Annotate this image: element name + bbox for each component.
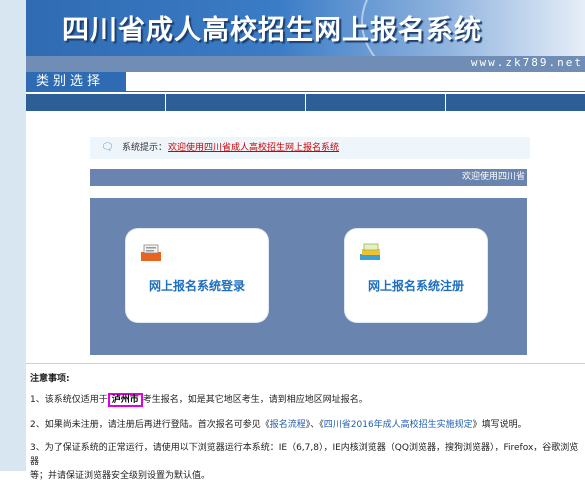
notes-title: 注意事项: — [30, 374, 70, 384]
note-item-3: 3、为了保证系统的正常运行，请使用以下浏览器运行本系统：IE（6,7,8），IE… — [30, 441, 580, 483]
register-button[interactable]: 网上报名系统注册 — [345, 229, 487, 322]
category-divider — [26, 91, 585, 92]
speech-bubble-icon: 🗨 — [101, 142, 114, 153]
site-url: www.zk789.net — [470, 56, 583, 69]
nav-cell[interactable] — [26, 94, 166, 111]
nav-cell[interactable] — [166, 94, 306, 111]
note-2-text: 2、如果尚未注册，请注册后再进行登陆。首次报名可参见《 — [30, 420, 270, 430]
login-icon — [141, 244, 161, 261]
note-1-text-end: 考生报名，如是其它地区考生，请到相应地区网址报名。 — [142, 395, 368, 405]
note-2-separator: 》、《 — [305, 420, 324, 430]
nav-cell[interactable] — [446, 94, 585, 111]
note-item-2: 2、如果尚未注册，请注册后再进行登陆。首次报名可参见《报名流程》、《四川省201… — [30, 418, 580, 432]
register-icon — [360, 243, 380, 260]
site-header: 四川省成人高校招生网上报名系统 — [26, 0, 585, 56]
welcome-text: 欢迎使用四川省 — [461, 172, 525, 182]
entry-panel: 网上报名系统登录 网上报名系统注册 — [90, 198, 527, 355]
note-1-text: 1、该系统仅适用于 — [30, 395, 108, 405]
register-label: 网上报名系统注册 — [367, 279, 464, 293]
category-tab[interactable]: 类别选择 — [26, 72, 126, 92]
welcome-bar: 欢迎使用四川省 — [90, 169, 527, 186]
login-label: 网上报名系统登录 — [148, 279, 245, 293]
notice-label: 系统提示： — [122, 143, 168, 153]
notice-message-link[interactable]: 欢迎使用四川省成人高校招生网上报名系统 — [168, 137, 339, 159]
category-bar: 类别选择 — [26, 72, 585, 92]
url-bar: www.zk789.net — [26, 56, 585, 72]
note-item-1: 1、该系统仅适用于 泸州市 考生报名，如是其它地区考生，请到相应地区网址报名。 — [30, 393, 580, 407]
note-3-line-2: 等；并请保证浏览器安全级别设置为默认值。 — [30, 471, 211, 481]
left-strip — [0, 0, 26, 471]
nav-cell[interactable] — [306, 94, 446, 111]
nav-row — [26, 94, 585, 111]
regulation-link[interactable]: 四川省2016年成人高校招生实施规定 — [324, 420, 473, 430]
login-button[interactable]: 网上报名系统登录 — [126, 229, 268, 322]
process-link[interactable]: 报名流程 — [270, 420, 306, 430]
note-2-text-end: 》填写说明。 — [472, 420, 527, 430]
city-highlight: 泸州市 — [107, 393, 143, 407]
note-3-line-1: 3、为了保证系统的正常运行，请使用以下浏览器运行本系统：IE（6,7,8），IE… — [30, 443, 579, 467]
system-notice: 🗨 系统提示： 欢迎使用四川省成人高校招生网上报名系统 — [90, 137, 530, 159]
notes-divider — [26, 363, 585, 364]
page-title: 四川省成人高校招生网上报名系统 — [62, 15, 482, 46]
